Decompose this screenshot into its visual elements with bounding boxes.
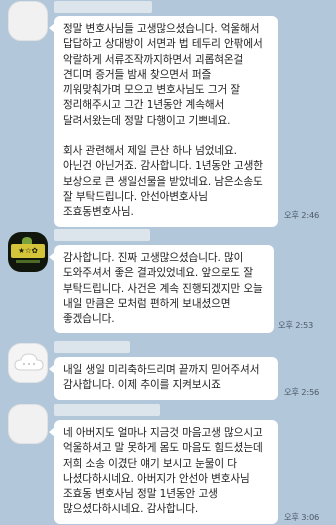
- sender-avatar[interactable]: [8, 343, 48, 383]
- message-text: 네 아버지도 얼마나 지금것 마음고생 많으시고 억울하셔고 말 못하게 몸도 …: [63, 427, 263, 516]
- sender-name-redacted: [54, 229, 150, 241]
- sender-name-redacted: [54, 341, 130, 353]
- leaf-icon: [22, 237, 32, 244]
- message-timestamp: 오후 2:46: [284, 210, 320, 220]
- message-text: 회사 관련해서 제일 큰산 하나 넘었네요. 아닌건 아닌거죠. 감사합니다. …: [63, 145, 263, 219]
- cloud-icon: [14, 353, 44, 371]
- company-logo: ★☆✿: [11, 244, 45, 258]
- sender-name-redacted: [54, 404, 160, 416]
- sender-avatar[interactable]: [8, 1, 48, 41]
- message-timestamp: 오후 2:53: [278, 320, 314, 330]
- message-bubble[interactable]: 정말 변호사님들 고생많으셨습니다. 억울해서 답답하고 상대방이 서면과 법 …: [49, 16, 278, 227]
- message-timestamp: 오후 3:06: [284, 512, 320, 522]
- logo-base-decoration: [16, 260, 40, 263]
- sender-avatar[interactable]: [8, 404, 48, 444]
- message-bubble[interactable]: 내일 생일 미리축하드리며 끝까지 믿어주셔서 감사합니다. 이제 추이를 지켜…: [49, 357, 278, 400]
- message-text: 내일 생일 미리축하드리며 끝까지 믿어주셔서 감사합니다. 이제 추이를 지켜…: [63, 364, 260, 392]
- message-text: 감사합니다. 진짜 고생많으셨습니다. 많이 도와주셔서 좋은 결과있었네요. …: [63, 252, 263, 326]
- message-bubble[interactable]: 감사합니다. 진짜 고생많으셨습니다. 많이 도와주셔서 좋은 결과있었네요. …: [49, 245, 274, 334]
- sender-name-redacted: [54, 1, 152, 13]
- message-timestamp: 오후 2:56: [284, 387, 320, 397]
- sender-avatar[interactable]: ★☆✿: [8, 232, 48, 272]
- message-bubble[interactable]: 네 아버지도 얼마나 지금것 마음고생 많으시고 억울하셔고 말 못하게 몸도 …: [49, 420, 278, 524]
- message-text: 정말 변호사님들 고생많으셨습니다. 억울해서 답답하고 상대방이 서면과 법 …: [63, 23, 263, 127]
